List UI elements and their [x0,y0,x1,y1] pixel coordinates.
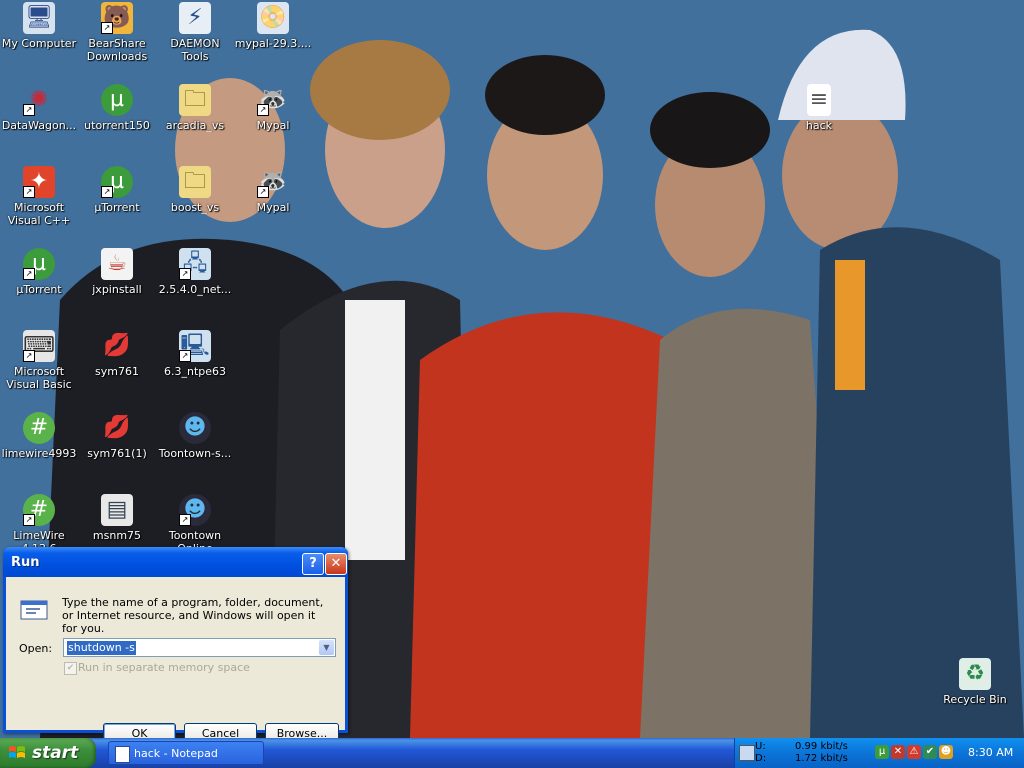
desktop-icon-utorrent[interactable]: µ ↗ µTorrent [78,166,156,214]
clock[interactable]: 8:30 AM [968,746,1013,759]
bearshare-icon: 🐻 ↗ [101,2,133,34]
run-description: Type the name of a program, folder, docu… [62,596,324,635]
setup-window-icon: ▤ [101,494,133,526]
chevron-down-icon[interactable]: ▼ [319,640,334,655]
desktop-icon-utorrent150[interactable]: µ utorrent150 [78,84,156,132]
desktop-icon-toontown-online[interactable]: ☻↗ Toontown Online [156,494,234,555]
shortcut-arrow-icon: ↗ [179,514,191,526]
daemon-tools-icon: ⚡ [179,2,211,34]
limewire-icon: # ↗ [23,494,55,526]
start-button[interactable]: start [0,738,96,768]
taskbar-item-label: hack - Notepad [134,747,218,760]
open-input[interactable]: shutdown -s [67,641,136,655]
visual-basic-icon: ⌨ ↗ [23,330,55,362]
shortcut-arrow-icon: ↗ [179,350,191,362]
desktop-icon-daemon-tools[interactable]: ⚡ DAEMON Tools [156,2,234,63]
desktop-icon-hack[interactable]: ≡ hack [780,84,858,132]
run-icon [20,600,48,620]
upload-label: U: [755,741,766,752]
desktop-icon-limewire[interactable]: #↗ LimeWire 4.13.6 [0,494,78,555]
utorrent-icon: µ [101,84,133,116]
mypal-icon: 🦝 ↗ [257,84,289,116]
toontown-icon: ☻ [179,412,211,444]
notepad-icon [115,746,130,763]
system-tray: U: D: 0.99 kbit/s 1.72 kbit/s µ ✕ ⚠ ✔ ☻ … [734,738,1024,768]
shortcut-arrow-icon: ↗ [257,104,269,116]
shortcut-arrow-icon: ↗ [23,514,35,526]
desktop-icon-limewire4993[interactable]: # limewire4993 [0,412,78,460]
network-meter-icon[interactable] [739,745,755,761]
network-setup-icon: 🖧 ↗ [179,248,211,280]
windows-logo-icon [9,746,25,758]
dialog-title: Run [11,555,40,570]
close-button[interactable]: ✕ [325,553,347,575]
desktop-icon-datawagon[interactable]: ✺ ↗ DataWagon... [0,84,78,132]
shortcut-arrow-icon: ↗ [101,186,113,198]
utorrent-icon: µ ↗ [101,166,133,198]
text-document-icon: ≡ [807,84,831,116]
shortcut-arrow-icon: ↗ [23,268,35,280]
desktop-icon-sym761[interactable]: 💋 sym761 [78,330,156,378]
limewire-icon: # [23,412,55,444]
desktop-icon-msvc6[interactable]: ✦↗ Microsoft Visual C++ 6.0 [0,166,78,227]
shield-tray-icon[interactable]: ✔ [923,745,937,759]
zip-folder-icon: 🗀 [179,166,211,198]
desktop-icon-sym761-1[interactable]: 💋 sym761(1) [78,412,156,460]
datawagon-icon: ✺ ↗ [23,84,55,116]
shortcut-arrow-icon: ↗ [101,22,113,34]
desktop-icon-dotnet[interactable]: 🖧 ↗ 2.5.4.0_net... [156,248,234,296]
open-label: Open: [19,642,53,655]
start-label: start [32,743,79,763]
antivirus-tray-icon[interactable]: ☻ [939,745,953,759]
shortcut-arrow-icon: ↗ [23,186,35,198]
desktop-icon-msnm75[interactable]: ▤ msnm75 [78,494,156,542]
java-icon: ☕ [101,248,133,280]
run-dialog-titlebar[interactable]: Run ? ✕ [3,547,348,577]
taskbar-item-notepad[interactable]: hack - Notepad [108,741,264,765]
download-label: D: [755,753,767,764]
desktop-icon-ntpe63[interactable]: 🖳 ↗ 6.3_ntpe63 [156,330,234,378]
download-rate: 1.72 kbit/s [795,753,848,764]
desktop-icon-my-computer[interactable]: 🖥 My Computer [0,2,78,50]
shortcut-arrow-icon: ↗ [179,268,191,280]
run-dialog[interactable]: Run ? ✕ Type the name of a program, fold… [3,547,348,744]
desktop-icon-arcadia-vs[interactable]: 🗀 arcadia_vs [156,84,234,132]
desktop-icon-mypal-1[interactable]: 🦝 ↗ Mypal [234,84,312,132]
security-tray-icon[interactable]: ⚠ [907,745,921,759]
installer-icon: 📀 [257,2,289,34]
separate-memory-label: Run in separate memory space [78,661,250,674]
desktop-icon-toontown-setup[interactable]: ☻ Toontown-s... [156,412,234,460]
open-combobox[interactable]: shutdown -s ▼ [63,638,336,657]
recycle-bin-icon: ♻ [959,658,991,690]
desktop-icon-utorrent-2[interactable]: µ ↗ µTorrent [0,248,78,296]
installer-icon: 🖳 ↗ [179,330,211,362]
visual-cpp-icon: ✦ ↗ [23,166,55,198]
lips-icon: 💋 [103,333,131,358]
taskbar: start hack - Notepad U: D: 0.99 kbit/s 1… [0,738,1024,768]
shortcut-arrow-icon: ↗ [23,104,35,116]
zip-folder-icon: 🗀 [179,84,211,116]
utorrent-tray-icon[interactable]: µ [875,745,889,759]
separate-memory-checkbox[interactable]: ✔ [64,662,77,675]
help-button[interactable]: ? [302,553,324,575]
tools-tray-icon[interactable]: ✕ [891,745,905,759]
shortcut-arrow-icon: ↗ [23,350,35,362]
my-computer-icon: 🖥 [23,2,55,34]
mypal-icon: 🦝 ↗ [257,166,289,198]
desktop-icon-bearshare-downloads[interactable]: 🐻 ↗ BearShare Downloads [78,2,156,63]
desktop-icon-boost-vs[interactable]: 🗀 boost_vs [156,166,234,214]
lips-icon: 💋 [103,415,131,440]
desktop-icon-msvb6[interactable]: ⌨↗ Microsoft Visual Basic 6.0 [0,330,78,391]
desktop-icon-mypal-2[interactable]: 🦝 ↗ Mypal [234,166,312,214]
shortcut-arrow-icon: ↗ [257,186,269,198]
upload-rate: 0.99 kbit/s [795,741,848,752]
run-dialog-body: Type the name of a program, folder, docu… [6,577,345,744]
desktop-icon-recycle-bin[interactable]: ♻ Recycle Bin [936,658,1014,706]
utorrent-icon: µ ↗ [23,248,55,280]
desktop-icon-mypal-setup[interactable]: 📀 mypal-29.3.... [234,2,312,50]
desktop-icon-jxpinstall[interactable]: ☕ jxpinstall [78,248,156,296]
toontown-icon: ☻ ↗ [179,494,211,526]
